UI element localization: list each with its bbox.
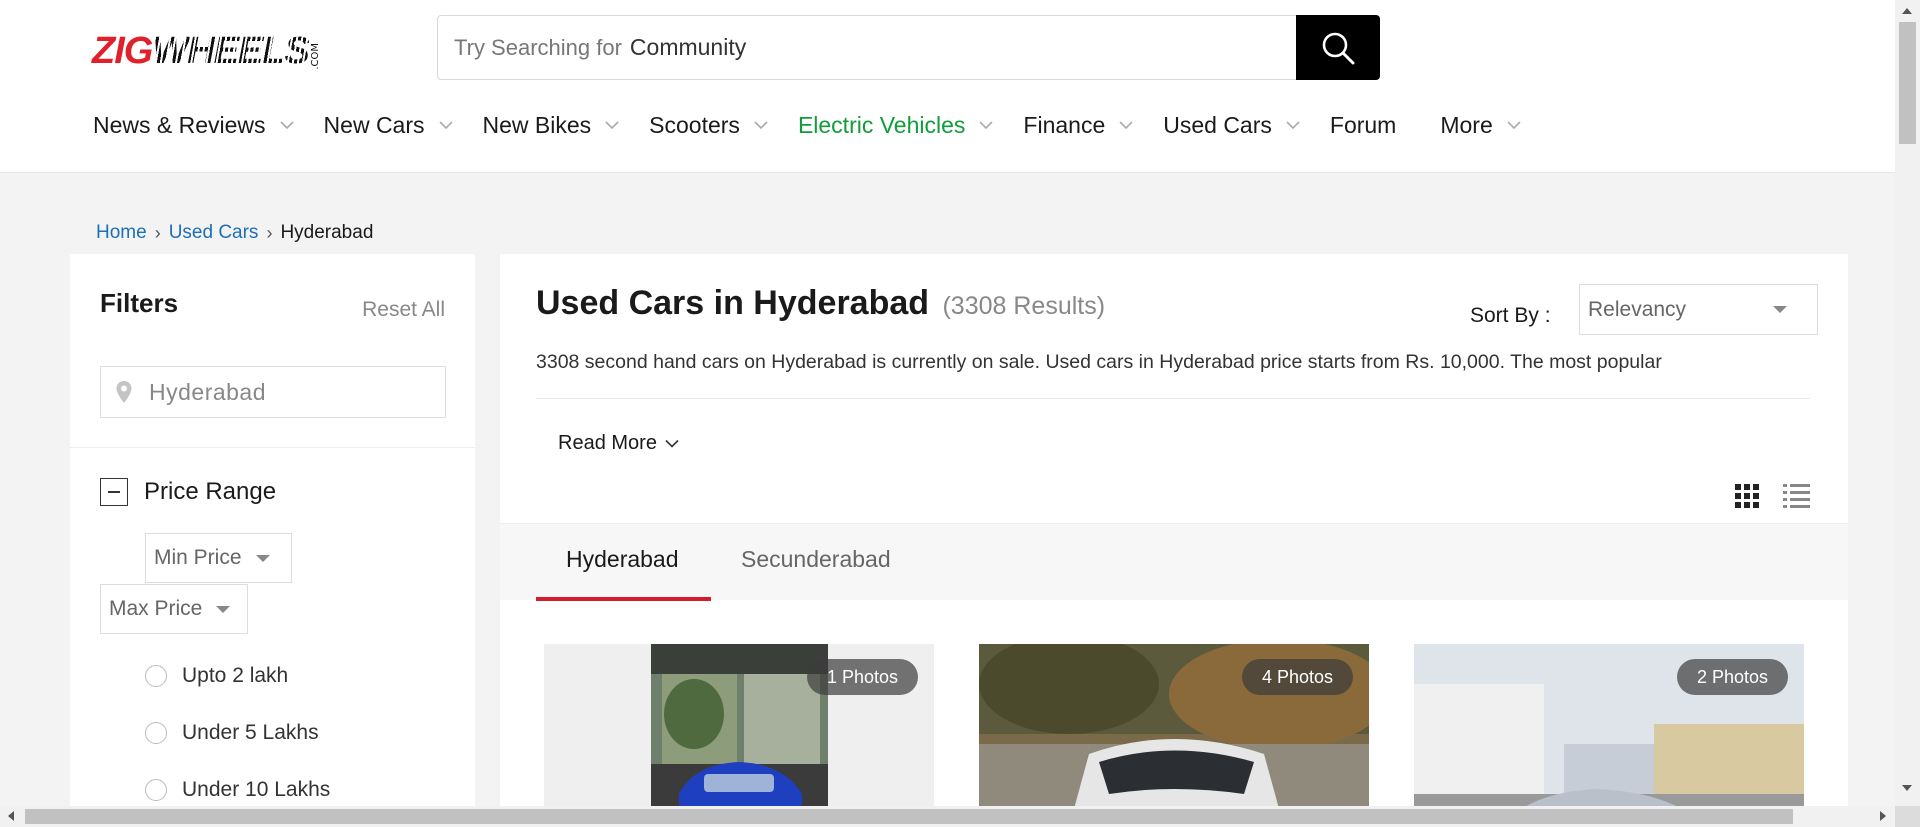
scrollbar-thumb[interactable] xyxy=(25,809,1793,824)
filters-panel: Filters Reset All Hyderabad Price Range … xyxy=(70,254,475,827)
max-price-select[interactable]: Max Price xyxy=(100,584,248,634)
car-card[interactable]: 2 Photos xyxy=(1414,644,1804,827)
collapse-icon xyxy=(100,478,128,506)
car-card[interactable]: 4 Photos xyxy=(979,644,1369,827)
photo-count-badge: 1 Photos xyxy=(806,659,918,695)
scroll-down-arrow-icon[interactable] xyxy=(1902,785,1912,791)
main-nav: News & Reviews New Cars New Bikes Scoote… xyxy=(93,108,1551,142)
car-card[interactable]: 1 Photos xyxy=(544,644,934,827)
nav-forum[interactable]: Forum xyxy=(1330,112,1396,139)
price-range-label: Price Range xyxy=(144,478,277,505)
filters-divider xyxy=(70,447,475,448)
price-option-under-5-lakhs[interactable]: Under 5 Lakhs xyxy=(145,721,319,745)
radio-icon xyxy=(145,665,167,687)
nav-finance[interactable]: Finance xyxy=(1023,112,1133,139)
photo-count-badge: 2 Photos xyxy=(1676,659,1788,695)
nav-electric-vehicles[interactable]: Electric Vehicles xyxy=(798,112,993,139)
zigwheels-logo[interactable]: ZIG WHEELS .COM xyxy=(92,30,372,70)
photo-count-badge: 4 Photos xyxy=(1241,659,1353,695)
chevron-down-icon xyxy=(1286,121,1300,129)
result-count: (3308 Results) xyxy=(942,292,1106,320)
active-tab-indicator xyxy=(536,597,711,601)
price-range-toggle[interactable]: Price Range xyxy=(100,478,276,506)
radio-icon xyxy=(145,779,167,801)
chevron-down-icon xyxy=(438,121,453,129)
price-option-under-10-lakhs[interactable]: Under 10 Lakhs xyxy=(145,778,330,802)
nav-more[interactable]: More xyxy=(1440,112,1521,139)
search-rotating-term: Community xyxy=(629,34,747,60)
chevron-down-icon xyxy=(605,121,619,129)
scroll-right-arrow-icon[interactable] xyxy=(1880,811,1886,821)
list-view-icon[interactable] xyxy=(1783,483,1810,509)
chevron-down-icon xyxy=(979,121,993,129)
caret-down-icon xyxy=(216,605,231,613)
nav-new-bikes[interactable]: New Bikes xyxy=(483,112,620,139)
sort-select[interactable]: Relevancy xyxy=(1579,284,1818,335)
scrollbar-corner xyxy=(1895,806,1920,827)
chevron-down-icon xyxy=(665,439,679,448)
radio-icon xyxy=(145,722,167,744)
reset-all-link[interactable]: Reset All xyxy=(362,298,445,322)
divider xyxy=(536,398,1810,399)
results-panel: Used Cars in Hyderabad (3308 Results) So… xyxy=(500,254,1848,827)
tab-hyderabad[interactable]: Hyderabad xyxy=(566,546,679,573)
nav-news-reviews[interactable]: News & Reviews xyxy=(93,112,294,139)
site-header: ZIG WHEELS .COM Try Searching for Communit… xyxy=(0,0,1895,173)
search-bar[interactable]: Try Searching for Community xyxy=(437,15,1380,80)
breadcrumb-home[interactable]: Home xyxy=(96,222,147,244)
horizontal-scrollbar[interactable] xyxy=(0,806,1895,827)
search-placeholder: Try Searching for xyxy=(454,34,622,60)
nav-new-cars[interactable]: New Cars xyxy=(324,112,453,139)
chevron-down-icon xyxy=(754,121,768,129)
breadcrumb-current: Hyderabad xyxy=(280,222,374,243)
city-tabs: Hyderabad Secunderabad xyxy=(500,523,1848,601)
breadcrumb: Home › Used Cars › Hyderabad xyxy=(96,222,374,244)
page-title: Used Cars in Hyderabad (3308 Results) xyxy=(536,284,1106,322)
chevron-down-icon xyxy=(1507,121,1521,129)
search-button[interactable] xyxy=(1296,15,1380,80)
location-input[interactable]: Hyderabad xyxy=(100,366,446,418)
min-price-select[interactable]: Min Price xyxy=(145,533,292,583)
location-pin-icon xyxy=(116,381,132,403)
results-description: 3308 second hand cars on Hyderabad is cu… xyxy=(536,351,1662,373)
caret-down-icon xyxy=(1773,306,1787,313)
nav-used-cars[interactable]: Used Cars xyxy=(1163,112,1300,139)
scroll-left-arrow-icon[interactable] xyxy=(8,811,14,821)
tab-secunderabad[interactable]: Secunderabad xyxy=(741,546,891,573)
scrollbar-thumb[interactable] xyxy=(1899,22,1916,144)
chevron-down-icon xyxy=(279,121,294,129)
search-icon xyxy=(1322,32,1355,64)
grid-view-icon[interactable] xyxy=(1735,484,1759,508)
filters-title: Filters xyxy=(100,288,179,318)
breadcrumb-used-cars[interactable]: Used Cars xyxy=(169,222,259,244)
sort-label: Sort By : xyxy=(1470,304,1551,327)
scroll-up-arrow-icon[interactable] xyxy=(1902,8,1912,14)
price-option-upto-2-lakh[interactable]: Upto 2 lakh xyxy=(145,664,288,688)
caret-down-icon xyxy=(255,554,270,562)
read-more-button[interactable]: Read More xyxy=(558,432,679,455)
nav-scooters[interactable]: Scooters xyxy=(649,112,768,139)
vertical-scrollbar[interactable] xyxy=(1895,0,1920,806)
chevron-down-icon xyxy=(1119,121,1133,129)
